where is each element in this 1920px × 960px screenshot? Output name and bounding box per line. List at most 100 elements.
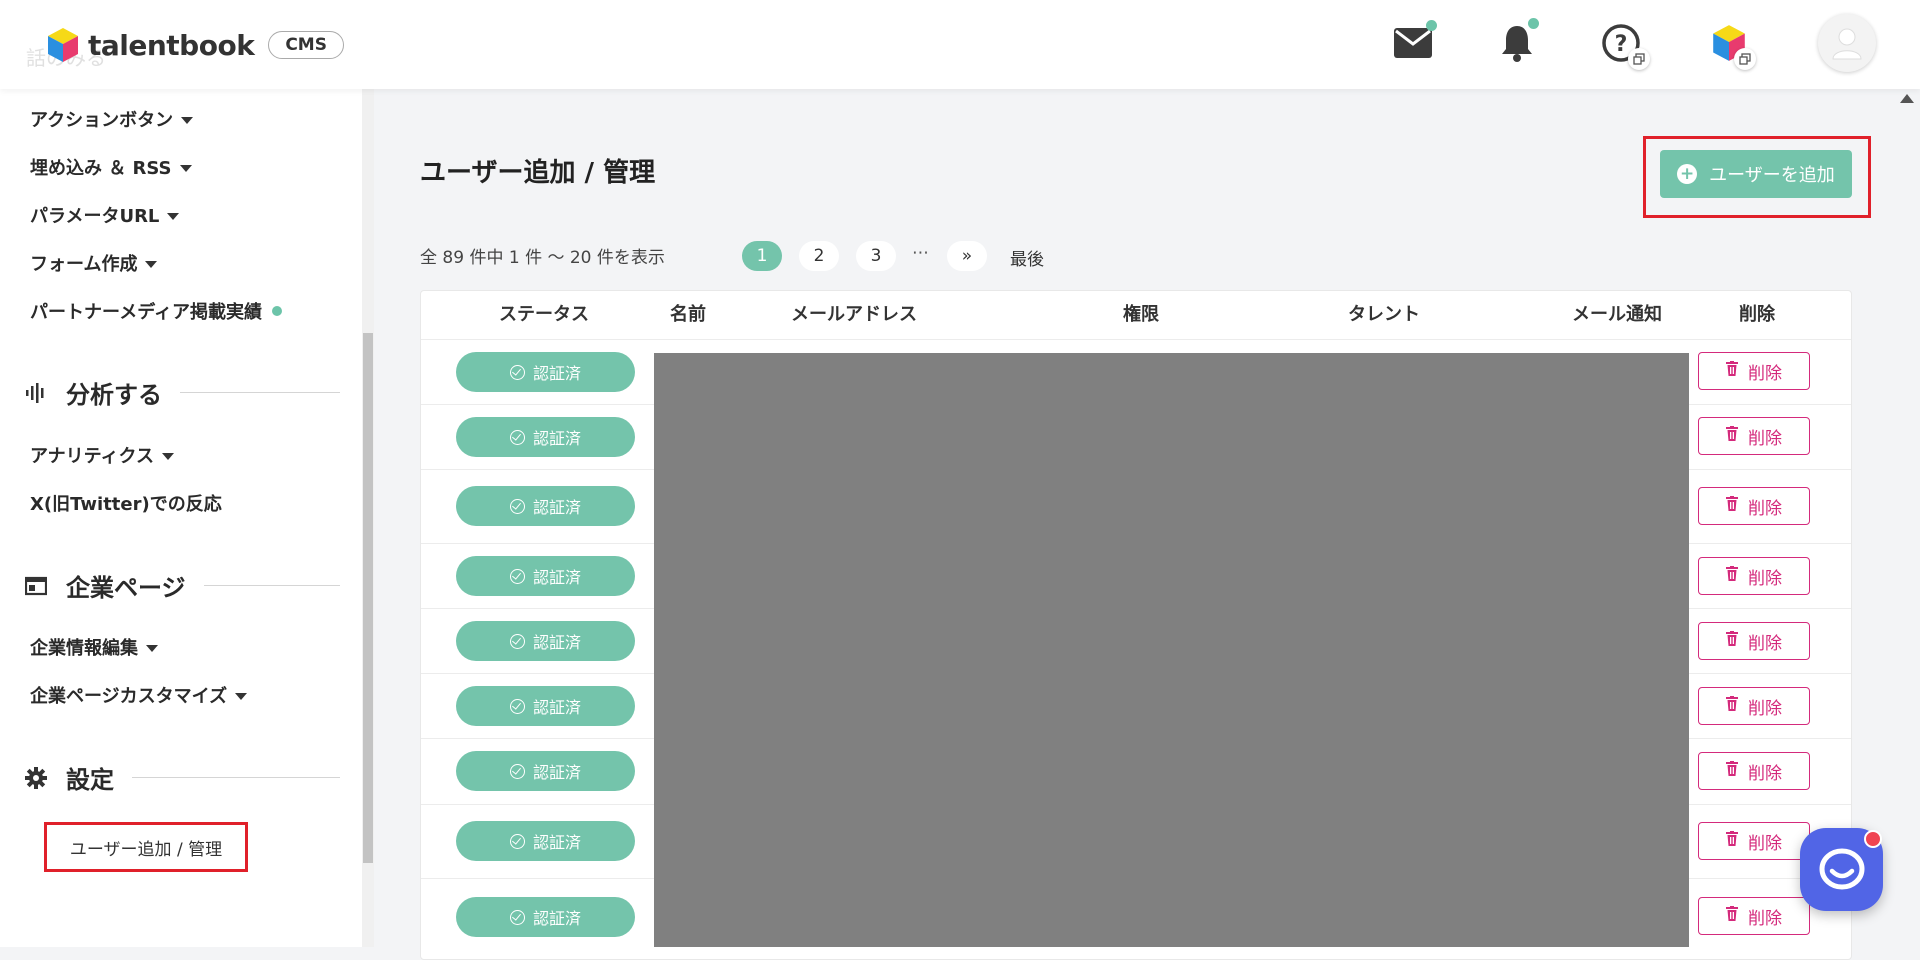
trash-icon xyxy=(1726,361,1738,381)
status-badge-verified: 認証済 xyxy=(456,556,635,596)
trash-icon xyxy=(1726,496,1738,516)
page-next-button[interactable]: » xyxy=(947,241,987,271)
th-name[interactable]: 名前 xyxy=(670,300,706,326)
new-indicator-dot xyxy=(272,306,283,316)
trash-icon xyxy=(1726,426,1738,446)
delete-user-button[interactable]: 削除 xyxy=(1698,622,1810,660)
check-circle-icon xyxy=(509,763,525,779)
check-circle-icon xyxy=(509,633,525,649)
add-user-button[interactable]: + ユーザーを追加 xyxy=(1660,150,1852,198)
page-button-2[interactable]: 2 xyxy=(799,241,839,271)
status-badge-verified: 認証済 xyxy=(456,751,635,791)
page-button-1[interactable]: 1 xyxy=(742,241,782,271)
section-analyze: 分析する xyxy=(24,375,340,410)
logo[interactable]: talentbook CMS xyxy=(44,28,344,62)
check-circle-icon xyxy=(509,833,525,849)
check-circle-icon xyxy=(509,698,525,714)
trash-icon xyxy=(1726,696,1738,716)
delete-user-button[interactable]: 削除 xyxy=(1698,487,1810,525)
bell-notification-dot xyxy=(1528,18,1539,29)
th-role[interactable]: 権限 xyxy=(1123,300,1159,326)
th-email[interactable]: メールアドレス xyxy=(791,300,917,326)
section-settings: 設定 xyxy=(24,760,340,795)
sidebar-item-x-reactions[interactable]: X(旧Twitter)での反応 xyxy=(30,490,222,516)
trash-icon xyxy=(1726,906,1738,926)
sidebar-item-embed-rss[interactable]: 埋め込み ＆ RSS xyxy=(30,154,192,180)
sidebar-item-form-builder[interactable]: フォーム作成 xyxy=(30,250,158,276)
caret-down-icon xyxy=(162,453,175,460)
help-button[interactable]: ? xyxy=(1598,20,1650,70)
caret-down-icon xyxy=(146,645,158,652)
trash-icon xyxy=(1726,566,1738,586)
pagination-summary: 全 89 件中 1 件 〜 20 件を表示 xyxy=(420,248,665,268)
check-circle-icon xyxy=(509,364,525,380)
page-last-button[interactable]: 最後 xyxy=(1010,245,1044,270)
sidebar-item-partner-media[interactable]: パートナーメディア掲載実績 xyxy=(30,298,283,324)
th-talent[interactable]: タレント xyxy=(1348,300,1420,326)
status-badge-verified: 認証済 xyxy=(456,352,635,392)
check-circle-icon xyxy=(509,568,525,584)
delete-user-button[interactable]: 削除 xyxy=(1698,417,1810,455)
check-circle-icon xyxy=(509,429,525,445)
scroll-up-arrow-icon[interactable] xyxy=(1900,94,1914,103)
delete-user-button[interactable]: 削除 xyxy=(1698,352,1810,390)
browser-window-icon xyxy=(24,574,48,598)
delete-user-button[interactable]: 削除 xyxy=(1698,557,1810,595)
trash-icon xyxy=(1726,631,1738,651)
chat-notification-badge xyxy=(1864,830,1882,848)
logo-text: talentbook xyxy=(88,28,255,62)
page-title: ユーザー追加 / 管理 xyxy=(420,158,656,188)
cms-badge: CMS xyxy=(268,31,344,59)
sidebar-item-company-customize[interactable]: 企業ページカスタマイズ xyxy=(30,682,248,708)
check-circle-icon xyxy=(509,498,525,514)
status-badge-verified: 認証済 xyxy=(456,417,635,457)
th-mail-notify[interactable]: メール通知 xyxy=(1572,300,1662,326)
sidebar-item-action-button[interactable]: アクションボタン xyxy=(30,106,194,132)
sidebar-scroll-thumb[interactable] xyxy=(363,333,373,863)
redacted-user-data xyxy=(654,353,1689,947)
delete-user-button[interactable]: 削除 xyxy=(1698,897,1810,935)
status-badge-verified: 認証済 xyxy=(456,486,635,526)
sidebar-item-company-info[interactable]: 企業情報編集 xyxy=(30,634,158,660)
notification-button[interactable] xyxy=(1494,18,1540,66)
svg-text:?: ? xyxy=(1615,32,1628,57)
chat-bubble-icon xyxy=(1819,848,1864,889)
mail-notification-dot xyxy=(1426,20,1437,31)
check-circle-icon xyxy=(509,909,525,925)
caret-down-icon xyxy=(145,261,158,268)
talentbook-site-button[interactable] xyxy=(1706,20,1756,70)
external-window-icon xyxy=(1628,48,1650,70)
user-avatar[interactable] xyxy=(1818,14,1876,72)
bell-icon xyxy=(1502,26,1532,62)
mail-icon xyxy=(1394,28,1432,58)
page-button-3[interactable]: 3 xyxy=(856,241,896,271)
gear-icon xyxy=(24,766,48,790)
delete-user-button[interactable]: 削除 xyxy=(1698,752,1810,790)
caret-down-icon xyxy=(181,117,194,124)
top-header: 話のみる talentbook CMS ? xyxy=(0,0,1920,89)
sidebar-item-user-management[interactable]: ユーザー追加 / 管理 xyxy=(44,822,248,872)
section-company-page: 企業ページ xyxy=(24,568,340,603)
caret-down-icon xyxy=(235,693,248,700)
pagination-ellipsis: ⋯ xyxy=(912,243,929,263)
sidebar-item-analytics[interactable]: アナリティクス xyxy=(30,442,175,468)
waveform-icon xyxy=(24,381,48,405)
external-window-icon xyxy=(1734,48,1756,70)
status-badge-verified: 認証済 xyxy=(456,686,635,726)
status-badge-verified: 認証済 xyxy=(456,621,635,661)
user-icon xyxy=(1832,28,1862,60)
th-delete: 削除 xyxy=(1739,304,1775,325)
sidebar-item-parameter-url[interactable]: パラメータURL xyxy=(30,202,180,228)
logo-mark-icon xyxy=(44,28,82,62)
mail-button[interactable] xyxy=(1390,20,1437,66)
delete-user-button[interactable]: 削除 xyxy=(1698,822,1810,860)
caret-down-icon xyxy=(167,213,180,220)
status-badge-verified: 認証済 xyxy=(456,821,635,861)
trash-icon xyxy=(1726,761,1738,781)
delete-user-button[interactable]: 削除 xyxy=(1698,687,1810,725)
trash-icon xyxy=(1726,831,1738,851)
th-status[interactable]: ステータス xyxy=(499,300,589,326)
caret-down-icon xyxy=(179,165,192,172)
plus-circle-icon: + xyxy=(1677,164,1698,184)
status-badge-verified: 認証済 xyxy=(456,897,635,937)
